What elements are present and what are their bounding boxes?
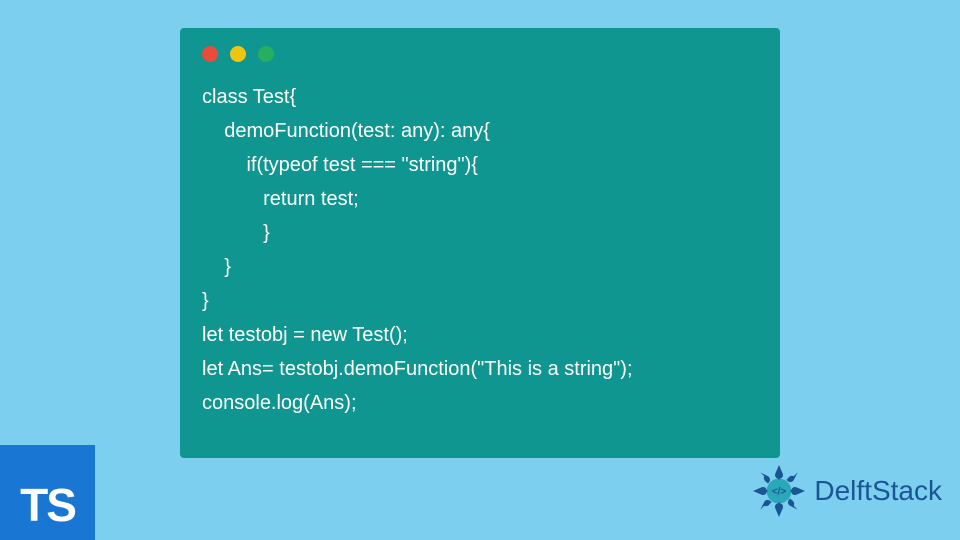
- code-line: }: [202, 222, 270, 244]
- minimize-dot-icon: [230, 46, 246, 62]
- svg-text:</>: </>: [772, 487, 787, 498]
- code-line: }: [202, 256, 231, 278]
- code-line: let testobj = new Test();: [202, 324, 408, 346]
- code-window: class Test{ demoFunction(test: any): any…: [180, 28, 780, 458]
- code-block: class Test{ demoFunction(test: any): any…: [202, 80, 758, 420]
- mandala-icon: </>: [748, 460, 810, 522]
- typescript-badge: TS: [0, 445, 95, 540]
- maximize-dot-icon: [258, 46, 274, 62]
- code-line: }: [202, 290, 209, 312]
- code-line: console.log(Ans);: [202, 392, 357, 414]
- delftstack-logo: </> DelftStack: [748, 460, 942, 522]
- code-line: let Ans= testobj.demoFunction("This is a…: [202, 358, 633, 380]
- delftstack-text: DelftStack: [814, 475, 942, 507]
- code-line: class Test{: [202, 86, 296, 108]
- close-dot-icon: [202, 46, 218, 62]
- code-line: return test;: [202, 188, 359, 210]
- code-line: demoFunction(test: any): any{: [202, 120, 490, 142]
- typescript-badge-text: TS: [20, 478, 75, 532]
- window-controls: [202, 46, 758, 62]
- code-line: if(typeof test === "string"){: [202, 154, 478, 176]
